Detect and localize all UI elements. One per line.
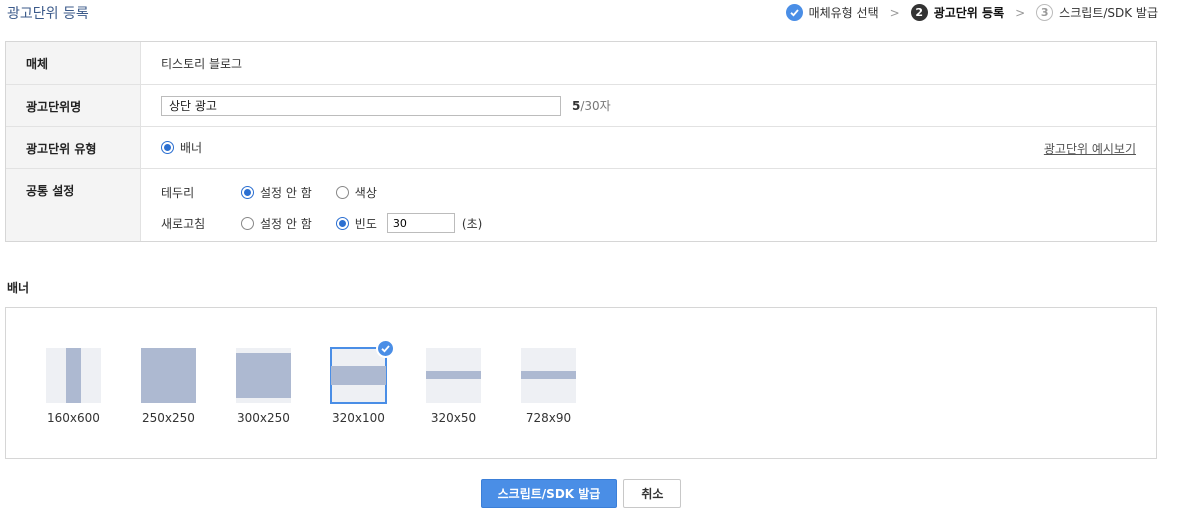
size-label: 728x90 bbox=[525, 411, 572, 425]
form-row-unit-type: 광고단위 유형 배너 광고단위 예시보기 bbox=[6, 127, 1156, 169]
size-thumbnail bbox=[426, 348, 481, 403]
border-none-radio[interactable]: 설정 안 함 bbox=[241, 184, 312, 201]
step-number-icon: 3 bbox=[1036, 4, 1054, 21]
banner-size-list: 160x600 250x250 300x250 320x100 320x50 7… bbox=[46, 339, 616, 425]
border-color-radio[interactable]: 색상 bbox=[335, 184, 377, 201]
size-thumbnail bbox=[521, 348, 576, 403]
size-thumbnail bbox=[236, 348, 291, 403]
banner-section-title: 배너 bbox=[7, 281, 30, 295]
radio-selected-icon bbox=[241, 185, 254, 199]
size-option-250x250[interactable]: 250x250 bbox=[141, 348, 236, 425]
form-row-media: 매체 티스토리 블로그 bbox=[6, 42, 1156, 85]
border-label: 테두리 bbox=[161, 185, 195, 200]
radio-label: 설정 안 함 bbox=[260, 216, 312, 231]
unit-type-banner-radio[interactable]: 배너 bbox=[161, 139, 202, 156]
size-thumbnail bbox=[141, 348, 196, 403]
border-setting: 테두리 설정 안 함 색상 bbox=[161, 182, 1136, 202]
form-actions: 스크립트/SDK 발급 취소 bbox=[0, 479, 1162, 508]
size-option-320x50[interactable]: 320x50 bbox=[426, 348, 521, 425]
refresh-none-radio[interactable]: 설정 안 함 bbox=[241, 215, 312, 232]
size-label: 250x250 bbox=[142, 411, 195, 425]
step-unit-register: 2 광고단위 등록 bbox=[910, 4, 1005, 21]
unit-preview-link[interactable]: 광고단위 예시보기 bbox=[1044, 140, 1136, 157]
size-option-160x600[interactable]: 160x600 bbox=[46, 348, 141, 425]
radio-selected-icon bbox=[161, 141, 174, 154]
size-label: 300x250 bbox=[237, 411, 290, 425]
unit-name-input[interactable] bbox=[161, 95, 561, 116]
size-label: 160x600 bbox=[47, 411, 100, 425]
form-row-unit-name: 광고단위명 5/30자 bbox=[6, 85, 1156, 127]
issue-script-button[interactable]: 스크립트/SDK 발급 bbox=[480, 479, 618, 508]
unit-type-label: 광고단위 유형 bbox=[6, 127, 141, 168]
refresh-frequency-radio[interactable]: 빈도 bbox=[335, 215, 377, 232]
ad-unit-form: 매체 티스토리 블로그 광고단위명 5/30자 광고단위 유형 배너 광고단위 … bbox=[5, 41, 1157, 242]
refresh-setting: 새로고침 설정 안 함 빈도 (초) bbox=[161, 213, 1136, 233]
radio-selected-icon bbox=[335, 216, 349, 230]
step-label: 매체유형 선택 bbox=[808, 6, 879, 20]
size-option-728x90[interactable]: 728x90 bbox=[521, 348, 616, 425]
radio-unselected-icon bbox=[335, 185, 349, 199]
step-script-sdk: 3 스크립트/SDK 발급 bbox=[1036, 4, 1158, 21]
refresh-interval-input[interactable] bbox=[386, 213, 455, 233]
step-check-icon bbox=[785, 4, 803, 21]
size-option-320x100[interactable]: 320x100 bbox=[330, 339, 426, 425]
banner-size-panel: 160x600 250x250 300x250 320x100 320x50 7… bbox=[5, 307, 1157, 459]
refresh-label: 새로고침 bbox=[161, 216, 206, 231]
step-number-icon: 2 bbox=[910, 4, 928, 21]
refresh-unit: (초) bbox=[461, 216, 483, 231]
media-label: 매체 bbox=[6, 42, 141, 84]
size-label: 320x100 bbox=[332, 411, 385, 425]
chevron-right-icon: > bbox=[1015, 5, 1026, 20]
char-count-max: /30자 bbox=[580, 99, 611, 113]
size-label: 320x50 bbox=[430, 411, 477, 425]
char-counter: 5/30자 bbox=[572, 97, 611, 114]
cancel-button[interactable]: 취소 bbox=[623, 479, 682, 508]
step-label: 스크립트/SDK 발급 bbox=[1059, 6, 1158, 20]
common-settings-label: 공통 설정 bbox=[6, 169, 141, 241]
unit-name-label: 광고단위명 bbox=[6, 85, 141, 126]
chevron-right-icon: > bbox=[889, 5, 900, 20]
page-title: 광고단위 등록 bbox=[7, 6, 89, 22]
selected-check-icon bbox=[376, 339, 395, 358]
radio-label: 색상 bbox=[354, 185, 377, 200]
radio-label: 빈도 bbox=[354, 216, 377, 231]
step-indicator: 매체유형 선택 > 2 광고단위 등록 > 3 스크립트/SDK 발급 bbox=[785, 4, 1158, 21]
media-value: 티스토리 블로그 bbox=[161, 56, 243, 71]
size-option-300x250[interactable]: 300x250 bbox=[236, 348, 331, 425]
radio-label: 배너 bbox=[180, 141, 203, 155]
radio-unselected-icon bbox=[241, 216, 254, 230]
size-thumbnail bbox=[330, 339, 395, 404]
form-row-common-settings: 공통 설정 테두리 설정 안 함 색상 새로고침 설정 안 함 빈도 30 (초… bbox=[6, 169, 1156, 241]
step-media-type: 매체유형 선택 bbox=[785, 4, 879, 21]
size-thumbnail bbox=[46, 348, 101, 403]
radio-label: 설정 안 함 bbox=[260, 185, 312, 200]
step-label: 광고단위 등록 bbox=[933, 6, 1005, 20]
